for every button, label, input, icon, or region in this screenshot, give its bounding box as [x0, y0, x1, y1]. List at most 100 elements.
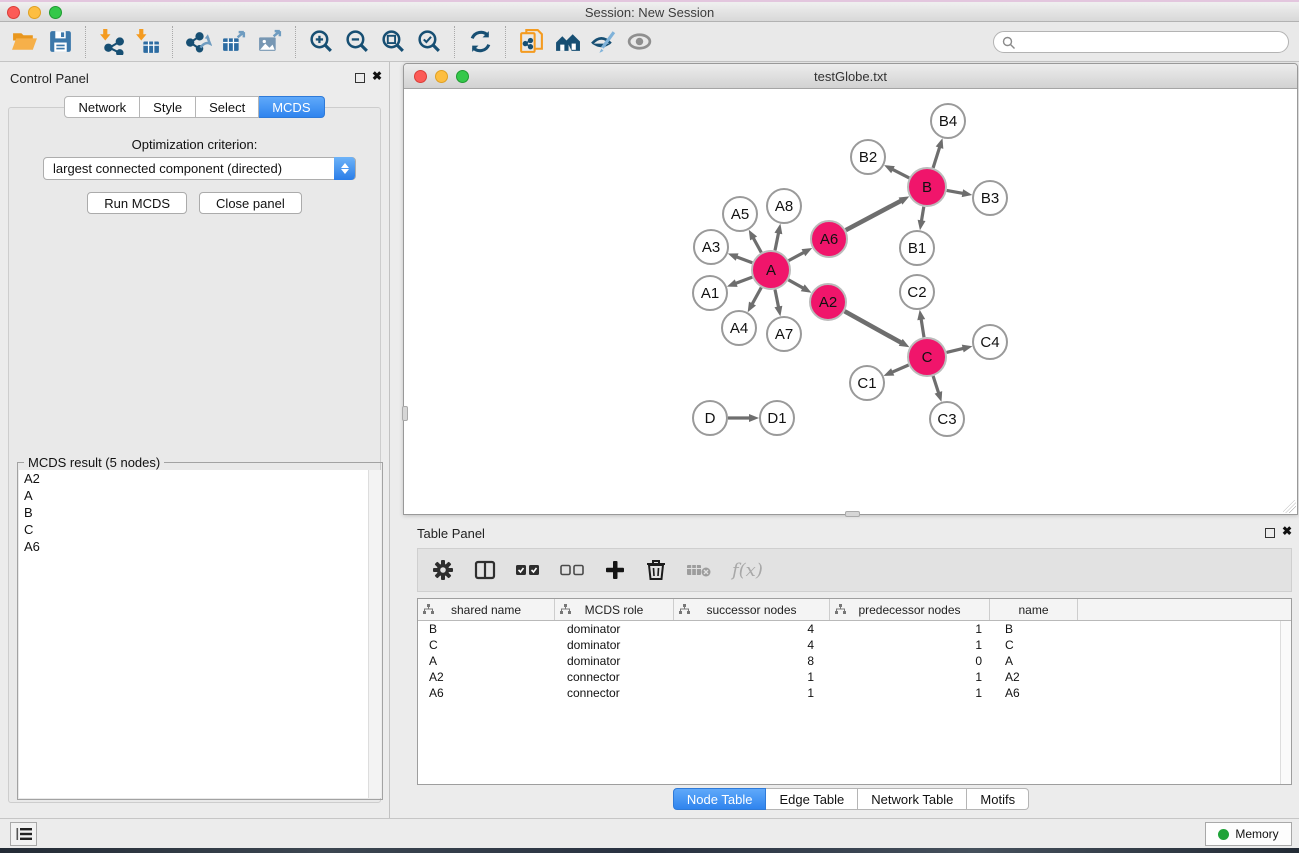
- column-header-predecessor-nodes[interactable]: predecessor nodes: [830, 599, 990, 620]
- tab-edge-table[interactable]: Edge Table: [766, 788, 858, 810]
- zoom-selected-icon[interactable]: [411, 26, 447, 58]
- zoom-out-icon[interactable]: [339, 26, 375, 58]
- column-header-mcds-role[interactable]: MCDS role: [555, 599, 674, 620]
- tab-network[interactable]: Network: [64, 96, 140, 118]
- table-row[interactable]: Adominator80A: [418, 653, 1291, 669]
- graph-node-A2[interactable]: A2: [810, 284, 846, 320]
- memory-button[interactable]: Memory: [1205, 822, 1292, 846]
- column-header-name[interactable]: name: [990, 599, 1078, 620]
- close-panel-button[interactable]: Close panel: [199, 192, 302, 214]
- graph-edge-C-C3[interactable]: [933, 376, 939, 393]
- export-image-icon[interactable]: [252, 26, 288, 58]
- graph-edge-B-B3[interactable]: [947, 190, 964, 193]
- column-header-shared-name[interactable]: shared name: [418, 599, 555, 620]
- network-canvas[interactable]: AA2A6BCA1A3A4A5A7A8B1B2B3B4C1C2C3C4DD1: [405, 90, 1296, 514]
- hide-selected-icon[interactable]: [585, 26, 621, 58]
- tab-node-table[interactable]: Node Table: [673, 788, 767, 810]
- graph-edge-A-A7[interactable]: [775, 290, 779, 308]
- graph-edge-A-A2[interactable]: [788, 280, 803, 289]
- graph-node-A8[interactable]: A8: [767, 189, 801, 223]
- graph-edge-A2-C[interactable]: [845, 311, 902, 343]
- graph-node-D[interactable]: D: [693, 401, 727, 435]
- graph-node-A5[interactable]: A5: [723, 197, 757, 231]
- graph-edge-A-A5[interactable]: [753, 238, 761, 253]
- deselect-all-rows-icon[interactable]: [560, 555, 584, 585]
- column-header-successor-nodes[interactable]: successor nodes: [674, 599, 830, 620]
- split-view-icon[interactable]: [474, 555, 496, 585]
- graph-edge-C-C1[interactable]: [892, 365, 909, 372]
- graph-node-C1[interactable]: C1: [850, 366, 884, 400]
- graph-node-B2[interactable]: B2: [851, 140, 885, 174]
- graph-node-A7[interactable]: A7: [767, 317, 801, 351]
- function-builder-icon[interactable]: f(x): [732, 555, 763, 585]
- show-panels-list-button[interactable]: [10, 822, 37, 846]
- graph-node-B1[interactable]: B1: [900, 231, 934, 265]
- graph-node-C4[interactable]: C4: [973, 325, 1007, 359]
- table-row[interactable]: Cdominator41C: [418, 637, 1291, 653]
- first-neighbors-icon[interactable]: [549, 26, 585, 58]
- mcds-result-item[interactable]: A6: [19, 538, 381, 555]
- horizontal-scrollbar-thumb[interactable]: [845, 511, 860, 517]
- export-network-icon[interactable]: [180, 26, 216, 58]
- table-panel-float-icon[interactable]: [1265, 528, 1275, 538]
- graph-edge-B-B1[interactable]: [921, 207, 923, 222]
- resize-grip-icon[interactable]: [1283, 500, 1296, 513]
- import-network-from-file-icon[interactable]: [93, 26, 129, 58]
- graph-edge-A-A6[interactable]: [789, 252, 805, 260]
- tab-motifs[interactable]: Motifs: [967, 788, 1029, 810]
- mcds-result-item[interactable]: A2: [19, 470, 381, 487]
- graph-node-C[interactable]: C: [908, 338, 946, 376]
- search-input[interactable]: [1020, 33, 1280, 51]
- create-column-plus-icon[interactable]: [604, 555, 626, 585]
- graph-node-A[interactable]: A: [752, 251, 790, 289]
- mcds-result-scrollbar[interactable]: [368, 470, 381, 798]
- graph-edge-B-B2[interactable]: [892, 169, 909, 178]
- apply-preferred-layout-icon[interactable]: [462, 26, 498, 58]
- table-settings-gear-icon[interactable]: [432, 555, 454, 585]
- delete-columns-trash-icon[interactable]: [646, 555, 666, 585]
- mcds-result-item[interactable]: B: [19, 504, 381, 521]
- export-table-icon[interactable]: [216, 26, 252, 58]
- table-scrollbar[interactable]: [1280, 621, 1291, 784]
- zoom-fit-icon[interactable]: [375, 26, 411, 58]
- table-panel-close-icon[interactable]: ✖: [1282, 524, 1292, 538]
- criterion-select[interactable]: largest connected component (directed): [43, 157, 356, 180]
- graph-edge-A-A8[interactable]: [775, 233, 779, 251]
- show-all-icon[interactable]: [621, 26, 657, 58]
- graph-edge-A6-B[interactable]: [846, 201, 902, 231]
- import-table-from-file-icon[interactable]: [129, 26, 165, 58]
- graph-node-B4[interactable]: B4: [931, 104, 965, 138]
- graph-node-A3[interactable]: A3: [694, 230, 728, 264]
- table-row[interactable]: A6connector11A6: [418, 685, 1291, 701]
- tab-network-table[interactable]: Network Table: [858, 788, 967, 810]
- graph-node-A4[interactable]: A4: [722, 311, 756, 345]
- graph-edge-B-B4[interactable]: [933, 147, 940, 168]
- graph-node-D1[interactable]: D1: [760, 401, 794, 435]
- graph-edge-A-A1[interactable]: [735, 277, 752, 283]
- open-session-icon[interactable]: [6, 26, 42, 58]
- delete-table-icon[interactable]: [686, 555, 712, 585]
- tab-mcds[interactable]: MCDS: [259, 96, 324, 118]
- mcds-result-item[interactable]: C: [19, 521, 381, 538]
- table-row[interactable]: A2connector11A2: [418, 669, 1291, 685]
- graph-edge-A-A3[interactable]: [736, 257, 752, 263]
- zoom-in-icon[interactable]: [303, 26, 339, 58]
- select-all-rows-icon[interactable]: [516, 555, 540, 585]
- table-row[interactable]: Bdominator41B: [418, 621, 1291, 637]
- graph-edge-A-A4[interactable]: [752, 288, 761, 305]
- close-panel-icon[interactable]: ✖: [372, 69, 382, 83]
- save-session-icon[interactable]: [42, 26, 78, 58]
- float-panel-icon[interactable]: [355, 73, 365, 83]
- tab-select[interactable]: Select: [196, 96, 259, 118]
- graph-node-C2[interactable]: C2: [900, 275, 934, 309]
- graph-node-B[interactable]: B: [908, 168, 946, 206]
- graph-node-A6[interactable]: A6: [811, 221, 847, 257]
- run-mcds-button[interactable]: Run MCDS: [87, 192, 187, 214]
- vertical-scrollbar-thumb[interactable]: [402, 406, 408, 421]
- graph-node-B3[interactable]: B3: [973, 181, 1007, 215]
- mcds-result-item[interactable]: A: [19, 487, 381, 504]
- graph-edge-C-C4[interactable]: [947, 348, 964, 352]
- graph-edge-C-C2[interactable]: [921, 319, 924, 338]
- graph-node-A1[interactable]: A1: [693, 276, 727, 310]
- tab-style[interactable]: Style: [140, 96, 196, 118]
